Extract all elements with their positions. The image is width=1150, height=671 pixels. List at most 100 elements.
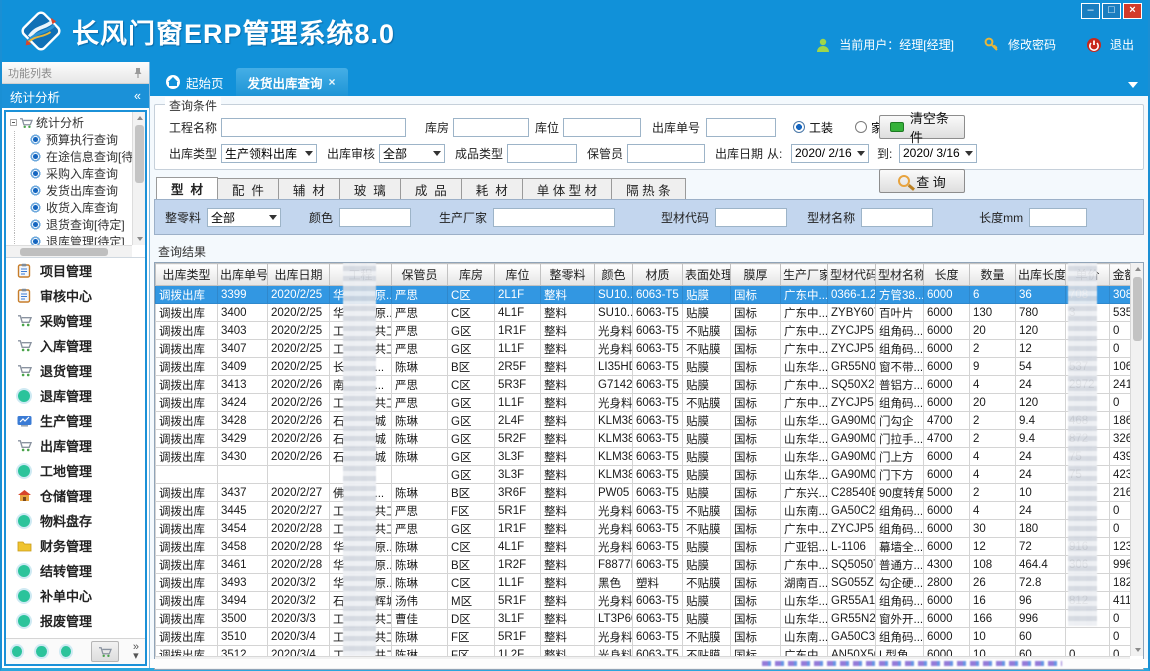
tree-item[interactable]: 采购入库查询 [6, 165, 132, 182]
column-header[interactable]: 整零料 [541, 264, 595, 286]
close-button[interactable]: × [1123, 3, 1142, 19]
material-tab[interactable]: 耗 材 [461, 178, 523, 199]
collapse-icon[interactable]: « [134, 89, 141, 103]
table-row[interactable]: 调拨出库33992020/2/25华原...严思C区2L1F整料SU10...6… [156, 286, 1131, 304]
column-header[interactable]: 出库类型 [156, 264, 218, 286]
sidebar-item-clipboard[interactable]: 审核中心 [6, 283, 145, 308]
minimize-button[interactable]: – [1081, 3, 1100, 19]
column-header[interactable]: 膜厚 [731, 264, 781, 286]
sidebar-item-dot[interactable]: 结转管理 [6, 558, 145, 583]
sidebar-item-folder[interactable]: 财务管理 [6, 533, 145, 558]
table-row[interactable]: 调拨出库34242020/2/26工共工程严思G区1L1F整料光身料6063-T… [156, 394, 1131, 412]
tree-item[interactable]: 退货查询[待定] [6, 216, 132, 233]
tree-item[interactable]: 发货出库查询 [6, 182, 132, 199]
table-row[interactable]: 调拨出库34612020/2/28华原...陈琳B区1R2F整料F8877FT6… [156, 556, 1131, 574]
column-header[interactable]: 数量 [970, 264, 1016, 286]
more-modules-button[interactable]: » ▾ [133, 643, 139, 661]
tree-item[interactable]: 在途信息查询[待 [6, 148, 132, 165]
column-header[interactable]: 表面处理 [683, 264, 731, 286]
column-header[interactable]: 金额 [1110, 264, 1131, 286]
column-header[interactable]: 型材代码 [828, 264, 876, 286]
column-header[interactable]: 出库长度 [1016, 264, 1066, 286]
maximize-button[interactable]: □ [1102, 3, 1121, 19]
material-tab[interactable]: 配 件 [217, 178, 279, 199]
column-header[interactable]: 工程 [330, 264, 392, 286]
material-tab[interactable]: 成 品 [400, 178, 462, 199]
sidebar-item-clipboard[interactable]: 项目管理 [6, 258, 145, 283]
location-input[interactable] [563, 118, 641, 137]
table-row[interactable]: 调拨出库34542020/2/28工共工程严思G区1R1F整料光身料6063-T… [156, 520, 1131, 538]
tab-close-icon[interactable]: × [329, 75, 336, 89]
tree-item[interactable]: 收货入库查询 [6, 199, 132, 216]
tree-root-statistics[interactable]: 统计分析 [6, 114, 132, 131]
collapsed-module-dot-icon[interactable] [61, 646, 71, 657]
profile-name-input[interactable] [861, 208, 933, 227]
order-no-input[interactable] [706, 118, 776, 137]
sidebar-item-cart[interactable]: 退货管理 [6, 358, 145, 383]
collapsed-module-dot-icon[interactable] [12, 646, 22, 657]
table-row[interactable]: 调拨出库34582020/2/28华原...陈琳C区4L1F整料光身料6063-… [156, 538, 1131, 556]
manufacturer-input[interactable] [493, 208, 615, 227]
sidebar-item-dot[interactable]: 物料盘存 [6, 508, 145, 533]
sidebar-item-chart[interactable]: 生产管理 [6, 408, 145, 433]
table-row[interactable]: G区3L3F整料KLM38176063-T5贴膜国标山东华...GA90M09.… [156, 466, 1131, 484]
sidebar-item-cart[interactable]: 采购管理 [6, 308, 145, 333]
color-input[interactable] [339, 208, 411, 227]
table-row[interactable]: 调拨出库34942020/3/2石辉城汤伟M区5R1F整料光身料6063-T5贴… [156, 592, 1131, 610]
tree-item[interactable]: 预算执行查询 [6, 131, 132, 148]
column-header[interactable]: 长度 [924, 264, 970, 286]
tree-horizontal-scrollbar[interactable] [6, 245, 132, 257]
search-button[interactable]: 查 询 [879, 169, 965, 193]
keeper-input[interactable] [627, 144, 705, 163]
product-type-input[interactable] [507, 144, 577, 163]
audit-select[interactable]: 全部 [379, 144, 445, 163]
column-header[interactable]: 材质 [633, 264, 683, 286]
material-tab[interactable]: 辅 材 [278, 178, 340, 199]
length-input[interactable] [1029, 208, 1087, 227]
material-tab[interactable]: 单 体 型 材 [522, 178, 612, 199]
clear-conditions-button[interactable]: 清空条件 [879, 115, 965, 139]
table-row[interactable]: 调拨出库34002020/2/25华原...严思C区4L1F整料SU10...6… [156, 304, 1131, 322]
profile-code-input[interactable] [715, 208, 787, 227]
table-vertical-scrollbar[interactable] [1130, 263, 1143, 656]
material-tab[interactable]: 玻 璃 [339, 178, 401, 199]
sidebar-item-dot[interactable]: 退库管理 [6, 383, 145, 408]
table-row[interactable]: 调拨出库34302020/2/26石城陈琳G区3L3F整料KLM38176063… [156, 448, 1131, 466]
warehouse-input[interactable] [453, 118, 529, 137]
column-header[interactable]: 生产厂家 [781, 264, 828, 286]
sidebar-item-dot[interactable]: 报废管理 [6, 608, 145, 633]
table-row[interactable]: 调拨出库34092020/2/25长...陈琳B区2R5F整料LI35HD606… [156, 358, 1131, 376]
table-row[interactable]: 调拨出库34072020/2/25工共工程严思G区1L1F整料光身料6063-T… [156, 340, 1131, 358]
tab-home[interactable]: 起始页 [154, 68, 236, 96]
sidebar-item-dot[interactable]: 工地管理 [6, 458, 145, 483]
table-row[interactable]: 调拨出库34132020/2/26南...严思C区5R3F整料G71422606… [156, 376, 1131, 394]
table-row[interactable]: 调拨出库34452020/2/27工共工程严思F区5R1F整料光身料6063-T… [156, 502, 1131, 520]
radio-gongzhuang[interactable]: 工装 [793, 119, 833, 136]
tab-shipment-outbound-query[interactable]: 发货出库查询 × [236, 68, 348, 96]
column-header[interactable]: 单价 [1066, 264, 1110, 286]
statistics-section-header[interactable]: 统计分析 « [2, 84, 149, 108]
whole-part-select[interactable]: 全部 [207, 208, 281, 227]
collapsed-module-dot-icon[interactable] [36, 646, 46, 657]
table-row[interactable]: 调拨出库34292020/2/26石城陈琳G区5R2F整料KLM38176063… [156, 430, 1131, 448]
column-header[interactable]: 出库单号 [218, 264, 268, 286]
column-header[interactable]: 库房 [448, 264, 495, 286]
sidebar-item-cart[interactable]: 出库管理 [6, 433, 145, 458]
sidebar-item-dot[interactable]: 补单中心 [6, 583, 145, 608]
out-type-select[interactable]: 生产领料出库 [221, 144, 317, 163]
pin-icon[interactable] [133, 67, 143, 79]
table-row[interactable]: 调拨出库35002020/3/3工共工程曹佳D区3L1F整料LT3P606063… [156, 610, 1131, 628]
table-row[interactable]: 调拨出库34932020/3/2华原...陈琳C区1L1F整料黑色塑料不贴膜国标… [156, 574, 1131, 592]
cart-shortcut-button[interactable] [91, 641, 119, 662]
material-tab[interactable]: 型 材 [156, 177, 218, 199]
project-name-input[interactable] [221, 118, 406, 137]
column-header[interactable]: 保管员 [392, 264, 448, 286]
column-header[interactable]: 出库日期 [268, 264, 330, 286]
column-header[interactable]: 型材名称 [876, 264, 924, 286]
tree-vertical-scrollbar[interactable] [132, 112, 145, 245]
material-tab[interactable]: 隔 热 条 [611, 178, 685, 199]
column-header[interactable]: 库位 [495, 264, 541, 286]
table-row[interactable]: 调拨出库35122020/3/4工共工程陈琳F区1L2F整料光身料6063-T5… [156, 646, 1131, 657]
date-to-picker[interactable]: 2020/ 3/16 [899, 144, 977, 163]
table-row[interactable]: 调拨出库34282020/2/26石城陈琳G区2L4F整料KLM38176063… [156, 412, 1131, 430]
